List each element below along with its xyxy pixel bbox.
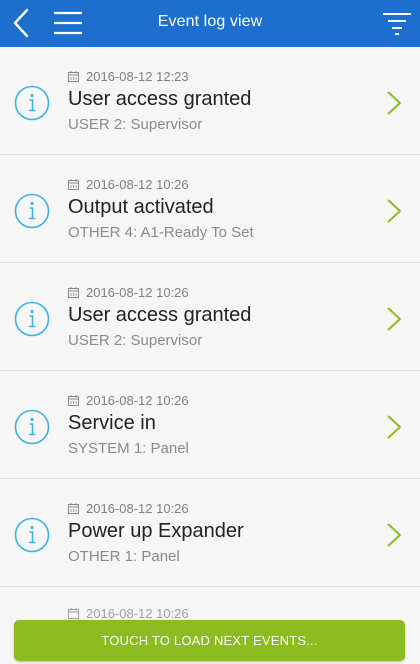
info-icon [14,517,50,553]
info-icon [14,193,50,229]
partial-event-date-text: 2016-08-12 10:26 [86,606,189,621]
filter-button[interactable] [382,10,412,36]
load-next-events-button[interactable]: TOUCH TO LOAD NEXT EVENTS... [14,620,405,661]
calendar-icon [68,395,79,406]
chevron-right-icon [387,523,401,547]
event-date-text: 2016-08-12 12:23 [86,69,189,84]
event-title: Service in [68,412,156,434]
event-title: User access granted [68,88,252,110]
calendar-icon [68,179,79,190]
event-log-screen: Event log view 2016-08-12 12:23 User acc… [0,0,420,664]
event-title: Output activated [68,196,214,218]
chevron-right-icon [387,199,401,223]
event-subtitle: OTHER 1: Panel [68,548,180,565]
info-icon [14,409,50,445]
partial-event-date: 2016-08-12 10:26 [68,606,189,621]
back-chevron-icon [13,8,29,38]
event-date-text: 2016-08-12 10:26 [86,285,189,300]
event-title: Power up Expander [68,520,244,542]
event-date: 2016-08-12 10:26 [68,177,189,192]
event-date: 2016-08-12 12:23 [68,69,189,84]
top-app-bar: Event log view [0,0,420,47]
event-date-text: 2016-08-12 10:26 [86,501,189,516]
hamburger-menu-icon [54,11,82,35]
chevron-right-icon [387,91,401,115]
event-date-text: 2016-08-12 10:26 [86,393,189,408]
chevron-right-icon [387,415,401,439]
calendar-icon [68,287,79,298]
event-date: 2016-08-12 10:26 [68,501,189,516]
event-date: 2016-08-12 10:26 [68,393,189,408]
event-title: User access granted [68,304,252,326]
event-subtitle: USER 2: Supervisor [68,332,203,349]
event-date-text: 2016-08-12 10:26 [86,177,189,192]
event-list: 2016-08-12 12:23 User access granted USE… [0,47,420,587]
calendar-icon [68,608,79,619]
info-icon [14,85,50,121]
info-icon [14,301,50,337]
event-subtitle: OTHER 4: A1-Ready To Set [68,224,254,241]
event-row[interactable]: 2016-08-12 10:26 Output activated OTHER … [0,155,420,263]
load-next-events-label: TOUCH TO LOAD NEXT EVENTS... [101,633,318,648]
calendar-icon [68,503,79,514]
event-row[interactable]: 2016-08-12 10:26 Power up Expander OTHER… [0,479,420,587]
back-button[interactable] [8,8,34,38]
event-date: 2016-08-12 10:26 [68,285,189,300]
chevron-right-icon [387,307,401,331]
event-row[interactable]: 2016-08-12 12:23 User access granted USE… [0,47,420,155]
menu-button[interactable] [52,10,84,36]
calendar-icon [68,71,79,82]
event-row[interactable]: 2016-08-12 10:26 Service in SYSTEM 1: Pa… [0,371,420,479]
event-subtitle: USER 2: Supervisor [68,116,203,133]
event-subtitle: SYSTEM 1: Panel [68,440,189,457]
event-row[interactable]: 2016-08-12 10:26 User access granted USE… [0,263,420,371]
filter-icon [383,13,411,35]
